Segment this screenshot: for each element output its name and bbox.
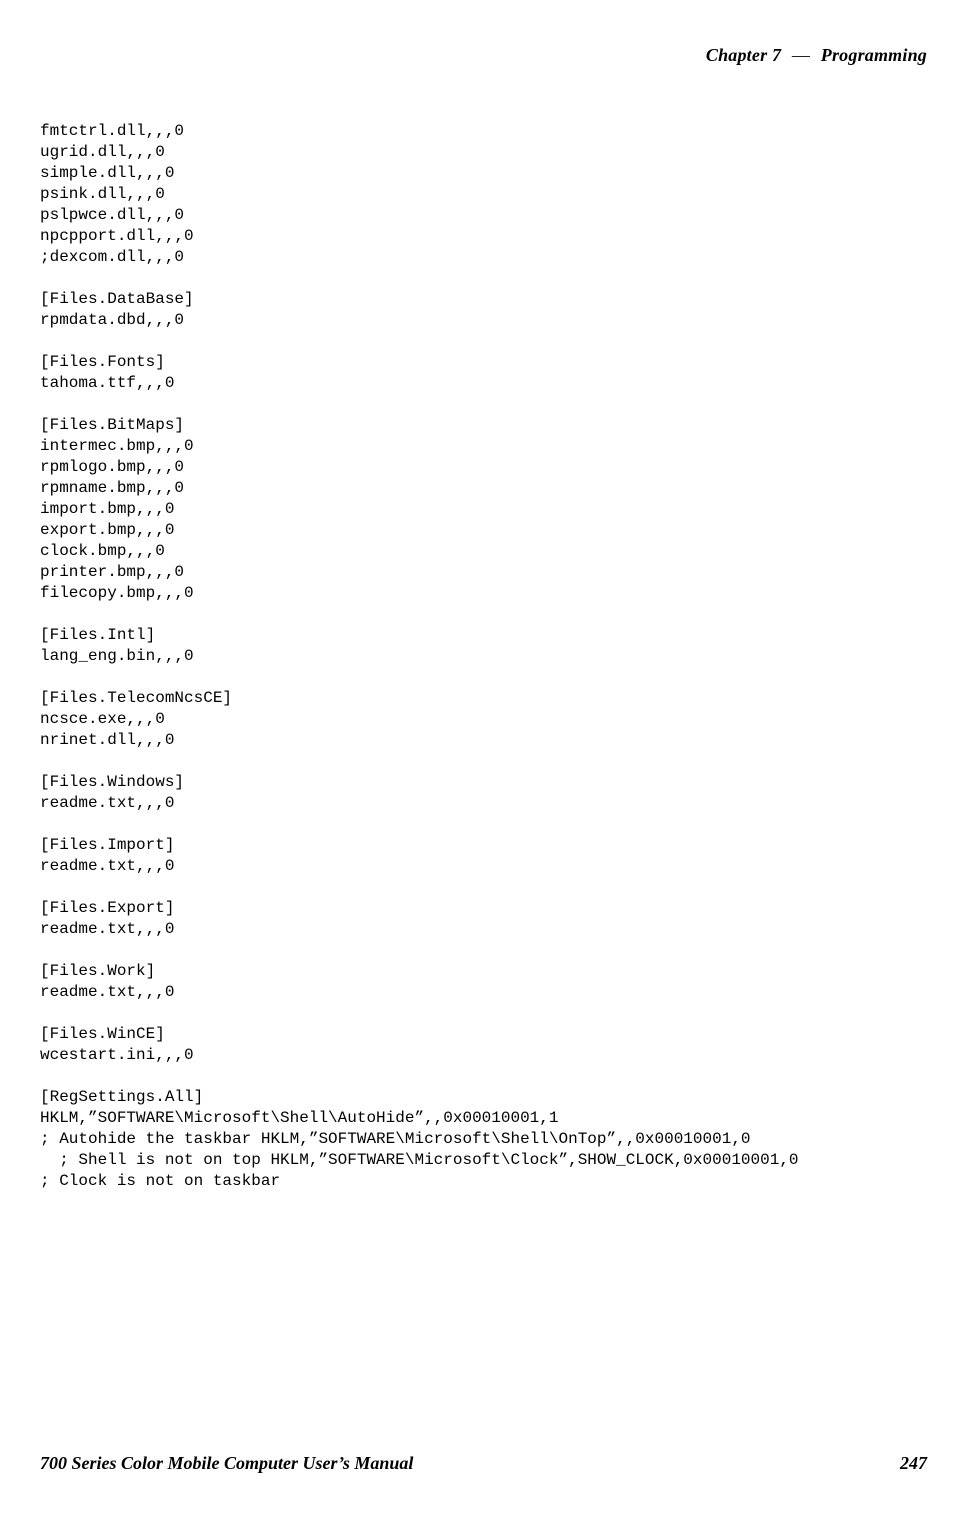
code-block: fmtctrl.dll,,,0 ugrid.dll,,,0 simple.dll… <box>40 121 927 1192</box>
chapter-label: Chapter 7 <box>706 45 781 65</box>
page-header: Chapter 7 — Programming <box>40 45 927 66</box>
manual-title: 700 Series Color Mobile Computer User’s … <box>40 1453 413 1474</box>
header-separator: — <box>786 45 816 65</box>
page-number: 247 <box>900 1453 927 1474</box>
page-footer: 700 Series Color Mobile Computer User’s … <box>40 1453 927 1474</box>
section-label: Programming <box>821 45 927 65</box>
